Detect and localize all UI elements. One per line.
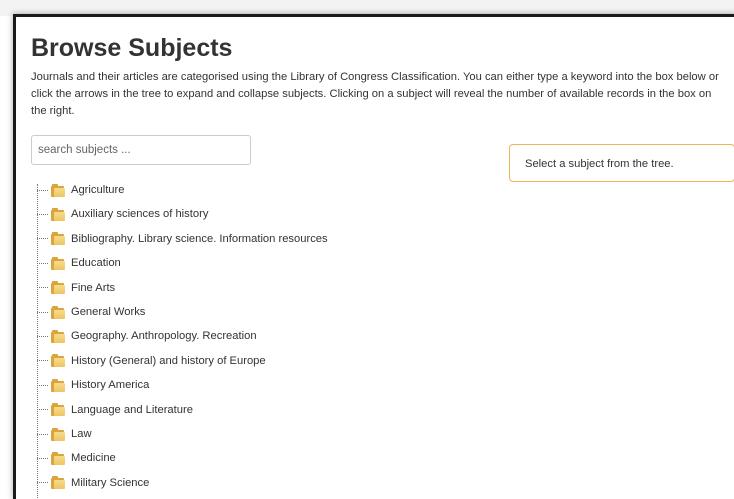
tree-branch-line (37, 458, 48, 459)
tree-branch-line (37, 360, 48, 362)
folder-icon (51, 256, 65, 270)
intro-text: Journals and their articles are categori… (31, 71, 719, 118)
tree-item-label: Agriculture (71, 184, 125, 196)
browse-subjects-panel: Browse Subjects Journals and their artic… (13, 14, 734, 499)
folder-icon (51, 403, 65, 417)
tree-item-label: History (General) and history of Europe (71, 354, 266, 367)
folder-icon (51, 330, 65, 344)
tree-item-label: General Works (71, 305, 146, 318)
tree-item-label: Medicine (71, 452, 116, 465)
tree-item-label: Military Science (71, 476, 150, 489)
tree-branch-line (37, 482, 48, 484)
tree-branch-line (37, 384, 48, 386)
tree-branch-line (37, 238, 48, 240)
page-title: Browse Subjects (31, 34, 233, 62)
tree-branch-line (37, 287, 48, 289)
tree-item-label: Education (71, 257, 121, 270)
tree-branch-line (37, 336, 48, 338)
tree-item-education[interactable]: Education (36, 251, 328, 275)
tree-item-medicine[interactable]: Medicine (36, 446, 328, 470)
tree-item-geography[interactable]: Geography. Anthropology. Recreation (36, 324, 328, 348)
folder-icon (51, 232, 65, 246)
tree-branch-line (37, 189, 48, 191)
tree-item-label: History America (71, 379, 150, 392)
search-subjects-input[interactable] (31, 135, 251, 165)
folder-icon (51, 305, 65, 319)
tree-branch-line (37, 262, 48, 264)
subject-tree: Agriculture Auxiliary sciences of histor… (36, 178, 328, 499)
tree-branch-line (37, 311, 48, 313)
subject-info-box: Select a subject from the tree. (509, 144, 734, 182)
tree-item-agriculture[interactable]: Agriculture (36, 178, 328, 202)
tree-item-bibliography[interactable]: Bibliography. Library science. Informati… (36, 227, 328, 251)
tree-item-label: Fine Arts (71, 281, 116, 294)
folder-icon (51, 476, 65, 490)
folder-icon (51, 452, 65, 465)
tree-item-general-works[interactable]: General Works (36, 300, 328, 324)
tree-item-label: Auxiliary sciences of history (71, 208, 209, 221)
folder-icon (51, 281, 65, 295)
tree-branch-line (37, 214, 48, 216)
tree-branch-line (37, 433, 48, 435)
tree-item-history-america[interactable]: History America (36, 373, 328, 397)
folder-icon (51, 427, 65, 441)
tree-item-fine-arts[interactable]: Fine Arts (36, 276, 328, 300)
tree-item-auxiliary-sciences-of-history[interactable]: Auxiliary sciences of history (36, 202, 328, 226)
tree-item-law[interactable]: Law (36, 422, 328, 446)
tree-item-military-science[interactable]: Military Science (36, 471, 328, 495)
tree-item-label: Bibliography. Library science. Informati… (71, 232, 328, 245)
tree-item-label: Language and Literature (71, 403, 193, 416)
folder-icon (51, 208, 65, 222)
tree-branch-line (37, 409, 48, 411)
tree-item-history-general-europe[interactable]: History (General) and history of Europe (36, 349, 328, 373)
folder-icon (51, 378, 65, 392)
tree-item-label: Law (71, 427, 92, 440)
folder-icon (51, 354, 65, 368)
tree-item-label: Geography. Anthropology. Recreation (71, 330, 257, 343)
tree-item-language-and-literature[interactable]: Language and Literature (36, 398, 328, 422)
folder-icon (51, 183, 65, 197)
